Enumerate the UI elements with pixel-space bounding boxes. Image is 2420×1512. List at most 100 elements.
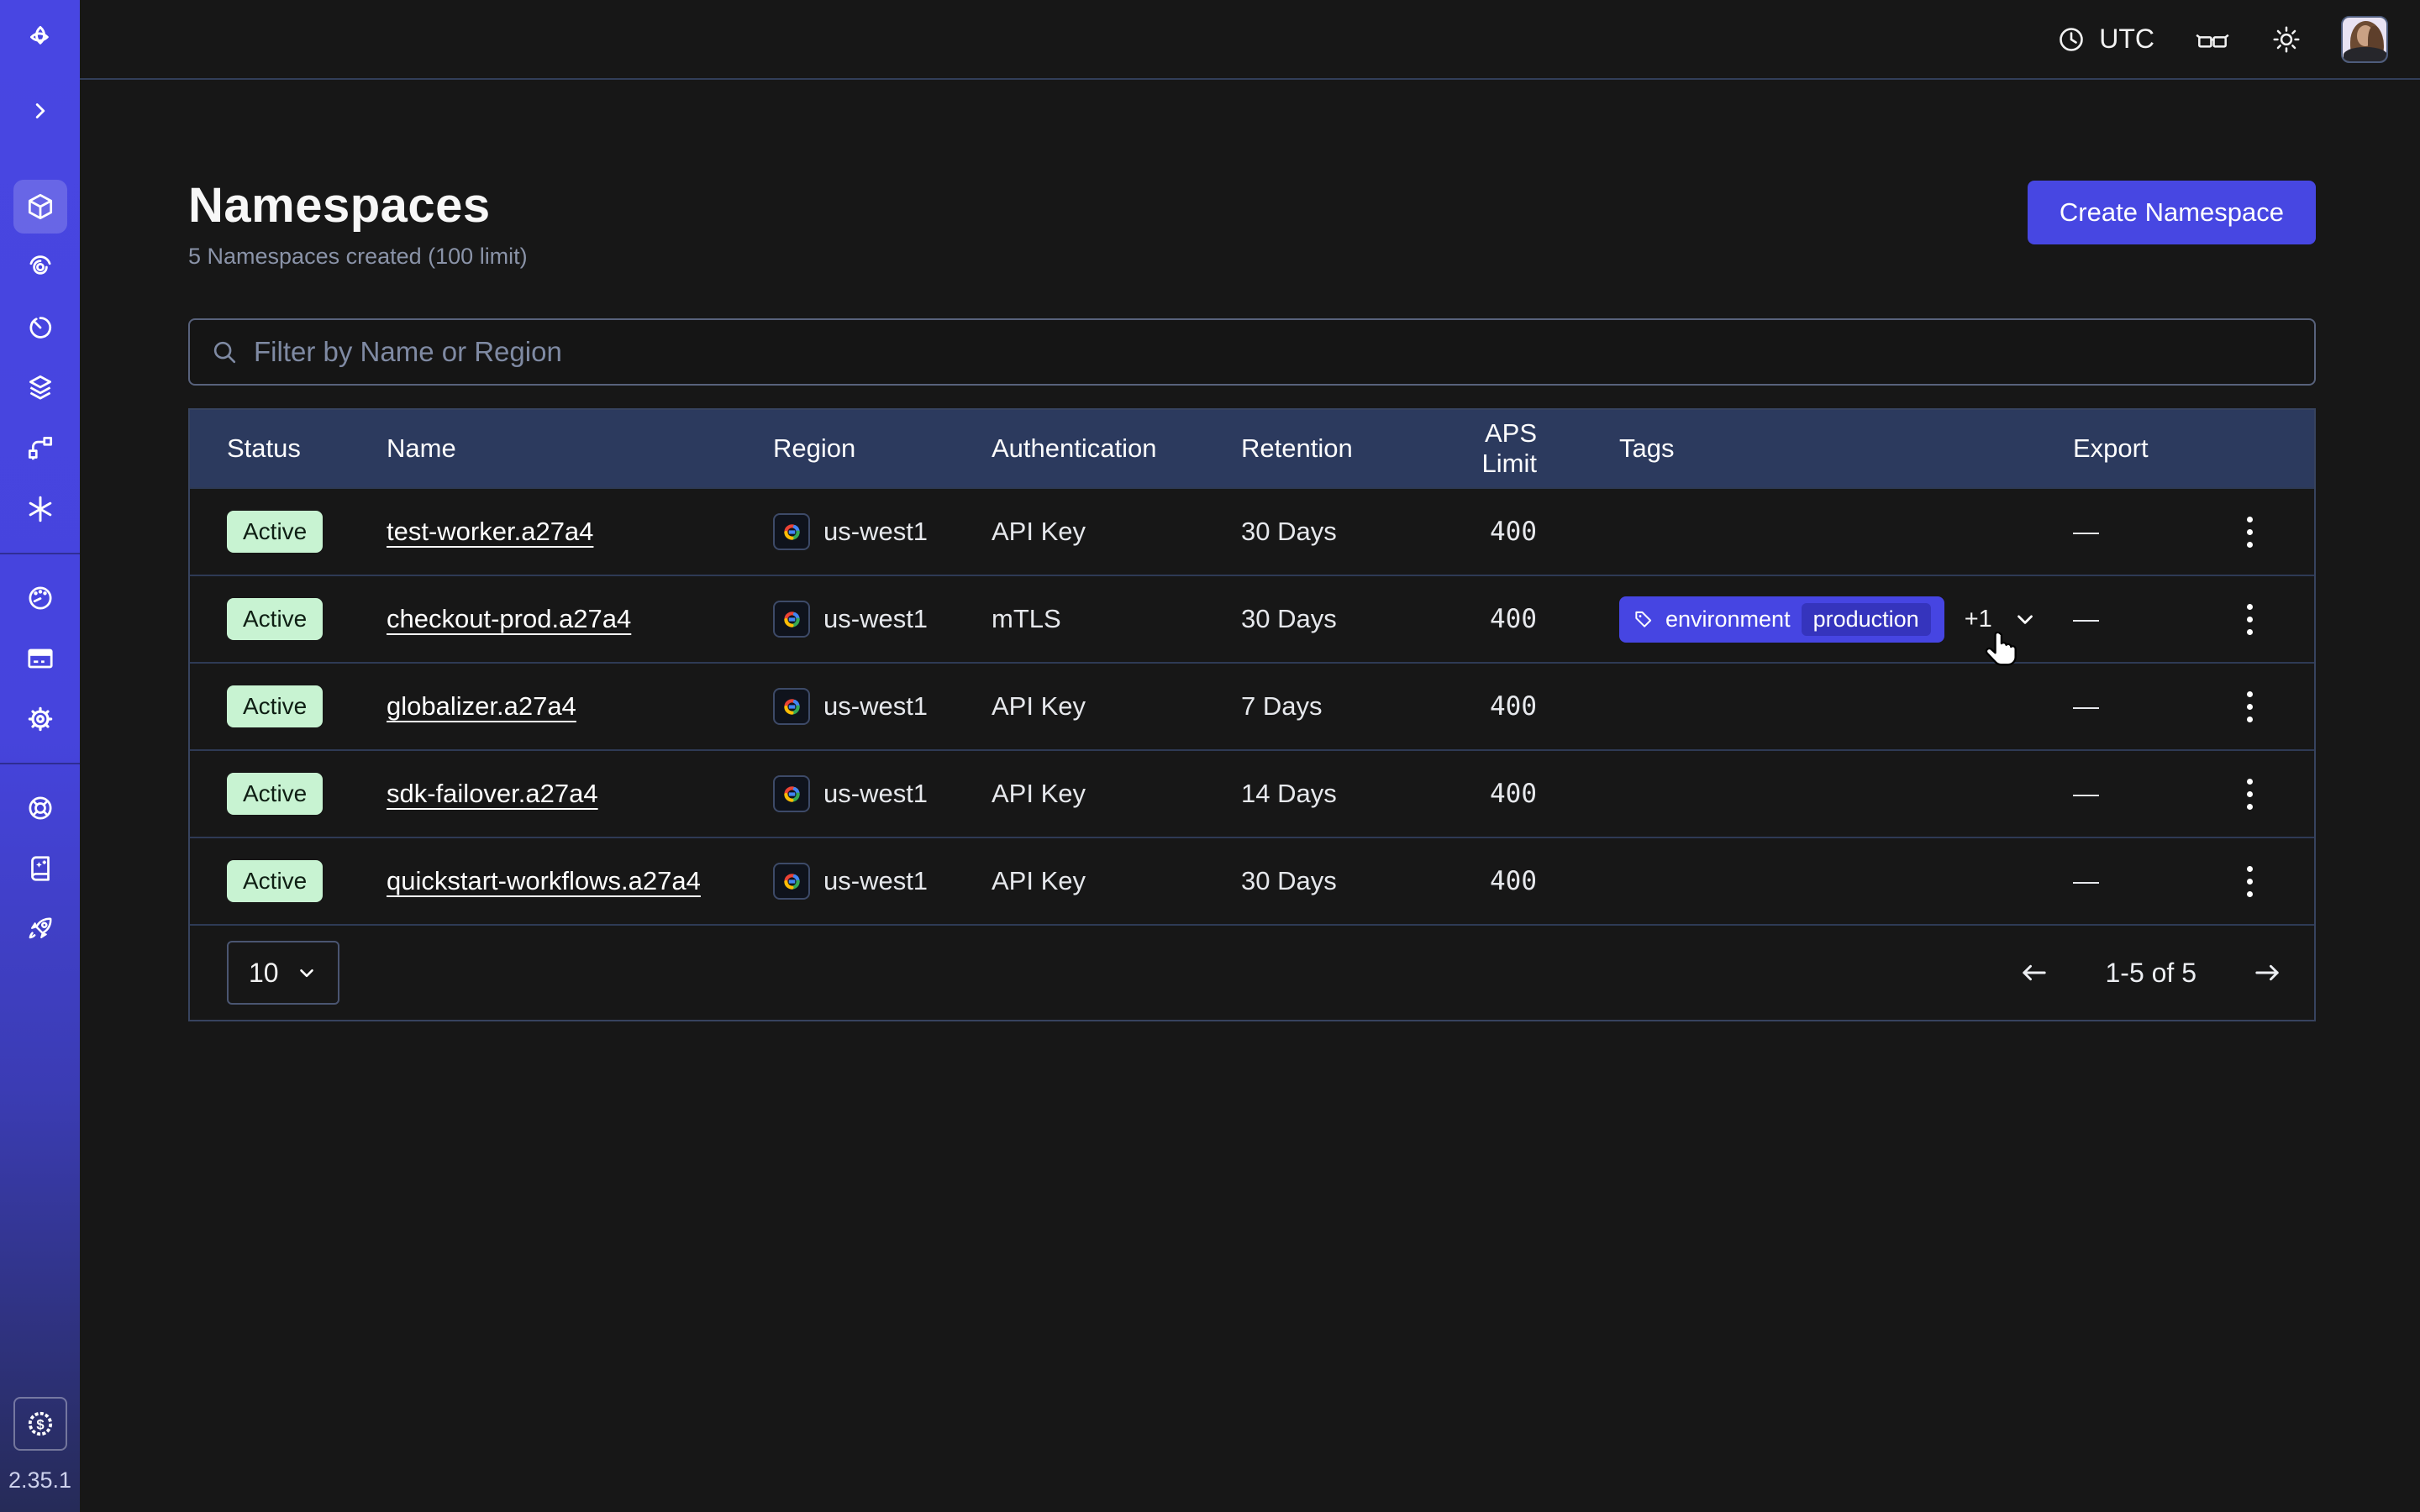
tags-cell: environment production +1 (1619, 596, 2073, 643)
retention-cell: 30 Days (1241, 517, 1434, 547)
sidebar-item-settings[interactable] (13, 692, 67, 746)
column-header-retention: Retention (1241, 433, 1434, 464)
main-content: Namespaces 5 Namespaces created (100 lim… (80, 80, 2420, 1512)
chevron-right-icon (26, 97, 55, 125)
namespace-link[interactable]: sdk-failover.a27a4 (387, 779, 598, 808)
glasses-icon (2193, 25, 2232, 54)
namespace-link[interactable]: test-worker.a27a4 (387, 517, 593, 546)
theme-toggle-button[interactable] (2270, 24, 2302, 55)
book-icon (24, 853, 56, 885)
timezone-label: UTC (2099, 24, 2154, 55)
auth-cell: API Key (992, 517, 1241, 547)
temporal-logo-icon (24, 0, 57, 81)
sidebar-item-layers[interactable] (13, 361, 67, 415)
filter-input[interactable] (254, 336, 2294, 368)
gcp-region-icon (773, 601, 810, 638)
table-header-row: Status Name Region Authentication Retent… (190, 410, 2314, 487)
tag-value: production (1802, 603, 1931, 636)
branch-icon (24, 433, 56, 465)
topbar: UTC (80, 0, 2420, 80)
gcp-region-icon (773, 775, 810, 812)
region-label: us-west1 (823, 866, 928, 896)
dollar-seal-icon: $ (24, 1407, 57, 1441)
auth-cell: API Key (992, 691, 1241, 722)
sidebar-item-namespaces[interactable] (13, 180, 67, 234)
arrow-left-icon (2018, 956, 2051, 990)
sidebar-divider (0, 553, 80, 554)
sidebar-item-getting-started[interactable] (13, 902, 67, 956)
timer-icon (24, 312, 56, 344)
row-menu-button[interactable] (2238, 596, 2261, 643)
sidebar-item-nexus[interactable] (13, 482, 67, 536)
life-ring-icon (24, 792, 56, 824)
gcp-region-icon (773, 688, 810, 725)
sidebar-item-billing[interactable] (13, 632, 67, 685)
filter-bar (188, 318, 2316, 386)
region-label: us-west1 (823, 691, 928, 722)
export-cell: — (2073, 604, 2199, 634)
namespace-link[interactable]: globalizer.a27a4 (387, 691, 576, 721)
region-label: us-west1 (823, 779, 928, 809)
namespace-link[interactable]: checkout-prod.a27a4 (387, 604, 631, 633)
auth-cell: API Key (992, 866, 1241, 896)
tag-icon (1633, 608, 1655, 630)
gauge-icon (24, 582, 56, 614)
export-cell: — (2073, 866, 2199, 896)
chevron-down-icon (296, 962, 318, 984)
chevron-down-icon (2012, 606, 2038, 632)
sidebar-item-support[interactable] (13, 781, 67, 835)
status-badge: Active (227, 511, 323, 553)
sidebar-item-deployments[interactable] (13, 422, 67, 475)
pricing-button[interactable]: $ (13, 1397, 67, 1451)
sidebar-divider (0, 763, 80, 764)
user-avatar[interactable] (2341, 16, 2388, 63)
search-icon (210, 338, 239, 366)
column-header-status: Status (227, 433, 387, 464)
status-badge: Active (227, 860, 323, 902)
avatar-shirt (2344, 47, 2387, 63)
tags-expand-button[interactable] (2012, 606, 2038, 632)
row-menu-button[interactable] (2238, 683, 2261, 731)
spiral-icon (24, 251, 56, 283)
table-row: Active test-worker.a27a4 us-west1 API Ke… (190, 487, 2314, 575)
aps-limit-cell: 400 (1434, 779, 1619, 809)
sidebar-item-schedules[interactable] (13, 301, 67, 354)
column-header-authentication: Authentication (992, 433, 1241, 464)
column-header-export: Export (2073, 433, 2199, 464)
next-page-button[interactable] (2245, 951, 2289, 995)
sidebar-item-usage[interactable] (13, 571, 67, 625)
gcp-region-icon (773, 513, 810, 550)
reader-mode-button[interactable] (2193, 25, 2232, 54)
sidebar-item-workflows[interactable] (13, 240, 67, 294)
pagination-bar: 10 1-5 of 5 (190, 924, 2314, 1020)
auth-cell: API Key (992, 779, 1241, 809)
previous-page-button[interactable] (2012, 951, 2056, 995)
table-row: Active globalizer.a27a4 us-west1 API Key… (190, 662, 2314, 749)
table-row: Active checkout-prod.a27a4 us-west1 mTLS… (190, 575, 2314, 662)
sidebar-item-docs[interactable] (13, 842, 67, 895)
namespace-link[interactable]: quickstart-workflows.a27a4 (387, 866, 701, 895)
rocket-icon (24, 913, 56, 945)
namespaces-table: Status Name Region Authentication Retent… (188, 408, 2316, 1021)
status-badge: Active (227, 685, 323, 727)
row-menu-button[interactable] (2238, 508, 2261, 556)
sidebar: $ 2.35.1 (0, 0, 80, 1512)
status-badge: Active (227, 773, 323, 815)
page-size-value: 10 (249, 958, 279, 989)
table-row: Active sdk-failover.a27a4 us-west1 API K… (190, 749, 2314, 837)
create-namespace-button[interactable]: Create Namespace (2028, 181, 2316, 244)
cube-icon (24, 191, 56, 223)
arrow-right-icon (2250, 956, 2284, 990)
gcp-region-icon (773, 863, 810, 900)
timezone-selector[interactable]: UTC (2056, 24, 2154, 55)
retention-cell: 30 Days (1241, 866, 1434, 896)
page-size-select[interactable]: 10 (227, 941, 339, 1005)
retention-cell: 14 Days (1241, 779, 1434, 809)
retention-cell: 30 Days (1241, 604, 1434, 634)
asterisk-icon (24, 493, 56, 525)
tag-chip[interactable]: environment production (1619, 596, 1944, 643)
region-label: us-west1 (823, 517, 928, 547)
row-menu-button[interactable] (2238, 858, 2261, 906)
sidebar-collapse-button[interactable] (13, 84, 67, 138)
row-menu-button[interactable] (2238, 770, 2261, 818)
